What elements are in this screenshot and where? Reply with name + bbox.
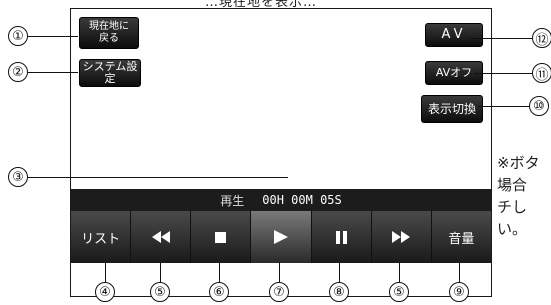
nav-screen: 現在地に 戻る システム設定 AV AVオフ 表示切換 再生 00H 00M 0… [70, 8, 492, 297]
leader-line-11 [474, 73, 532, 74]
callout-3: ③ [8, 167, 28, 187]
display-switch-button[interactable]: 表示切換 [421, 95, 483, 123]
leader-line-10 [478, 106, 529, 107]
fast-forward-button[interactable] [371, 211, 432, 263]
leader-line-2 [28, 72, 78, 73]
callout-4: ④ [95, 282, 115, 302]
return-to-current-location-button[interactable]: 現在地に 戻る [79, 17, 139, 49]
leader-line-9 [459, 262, 460, 282]
callout-7: ⑦ [269, 282, 289, 302]
callout-8: ⑧ [329, 282, 349, 302]
av-button[interactable]: AV [425, 23, 483, 47]
leader-line-7 [279, 262, 280, 282]
callout-9: ⑨ [449, 282, 469, 302]
leader-line-5a [160, 262, 161, 282]
side-note: ※ボタ 場合 チし い。 [497, 154, 540, 238]
rewind-icon [151, 231, 170, 243]
leader-line-6 [219, 262, 220, 282]
stop-icon [215, 231, 227, 243]
fast-forward-icon [392, 231, 411, 243]
leader-line-4 [105, 262, 106, 282]
callout-1: ① [8, 26, 28, 46]
pause-button[interactable] [311, 211, 372, 263]
callout-11: ⑪ [532, 63, 551, 83]
leader-line-12 [470, 38, 532, 39]
playback-time: 00H 00M 05S [262, 193, 342, 207]
rewind-button[interactable] [131, 211, 192, 263]
leader-line-5b [399, 262, 400, 282]
pause-icon [335, 230, 347, 244]
playback-status-bar: 再生 00H 00M 05S [71, 189, 491, 211]
leader-line-8 [339, 262, 340, 282]
system-settings-button[interactable]: システム設定 [79, 59, 141, 87]
playback-state: 再生 [220, 193, 245, 208]
play-icon [273, 230, 288, 244]
play-button[interactable] [251, 211, 312, 263]
callout-5b: ⑤ [389, 282, 409, 302]
list-button[interactable]: リスト [71, 211, 132, 263]
stop-button[interactable] [191, 211, 252, 263]
callout-10: ⑩ [529, 96, 549, 116]
callout-5a: ⑤ [150, 282, 170, 302]
callout-6: ⑥ [209, 282, 229, 302]
volume-button[interactable]: 音量 [431, 211, 491, 263]
leader-line-1 [28, 36, 78, 37]
playback-control-bar: リスト 音量 [71, 211, 491, 263]
leader-line-3 [28, 177, 288, 178]
callout-2: ② [8, 62, 28, 82]
callout-12: ⑫ [532, 28, 551, 48]
